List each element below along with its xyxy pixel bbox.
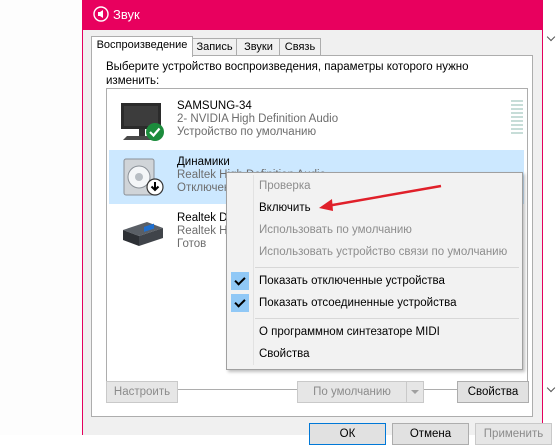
menu-item-label: Показать отключенные устройства: [259, 275, 445, 287]
default-check-icon: [146, 123, 164, 141]
device-name: Динамики: [177, 156, 230, 168]
menu-item-test[interactable]: Проверка: [227, 175, 522, 197]
volume-meter: [511, 100, 523, 138]
menu-item-label: Использовать по умолчанию: [259, 224, 412, 236]
menu-item-label: Использовать устройство связи по умолчан…: [259, 246, 508, 258]
set-default-label: По умолчанию: [313, 386, 391, 398]
menu-item-properties[interactable]: Свойства: [227, 343, 522, 365]
monitor-icon: [121, 103, 164, 141]
tab-recording[interactable]: Запись: [191, 38, 238, 56]
tab-sounds[interactable]: Звуки: [236, 38, 281, 56]
tab-playback[interactable]: Воспроизведение: [91, 36, 193, 57]
background-window-left: [0, 0, 82, 435]
menu-item-set-default[interactable]: Использовать по умолчанию: [227, 219, 522, 241]
configure-button[interactable]: Настроить: [106, 381, 178, 403]
window-title: Звук: [113, 7, 140, 22]
title-bar[interactable]: Звук: [83, 0, 542, 30]
menu-item-midi-about[interactable]: О программном синтезаторе MIDI: [227, 321, 522, 343]
tab-communications[interactable]: Связь: [279, 38, 321, 56]
properties-button[interactable]: Свойства: [457, 381, 529, 403]
menu-item-label: Проверка: [259, 180, 311, 192]
menu-item-set-default-comm[interactable]: Использовать устройство связи по умолчан…: [227, 241, 522, 263]
device-status: Готов: [177, 238, 207, 250]
checkmark-icon: [231, 272, 249, 290]
menu-item-label: О программном синтезаторе MIDI: [259, 326, 440, 338]
apply-button[interactable]: Применить: [475, 423, 552, 445]
device-status: Устройство по умолчанию: [177, 126, 317, 138]
background-window-right: [541, 0, 557, 435]
device-driver: Realtek Hi: [177, 225, 231, 237]
device-item-samsung[interactable]: SAMSUNG-34 2- NVIDIA High Definition Aud…: [109, 94, 524, 148]
set-default-button[interactable]: По умолчанию: [297, 381, 424, 403]
speaker-icon: [123, 158, 164, 196]
ok-button[interactable]: ОК: [309, 423, 386, 445]
device-name: SAMSUNG-34: [177, 100, 252, 112]
digital-output-icon: [123, 222, 163, 246]
menu-item-enable[interactable]: Включить: [227, 197, 522, 219]
menu-separator: [255, 267, 519, 268]
checkmark-icon: [231, 294, 249, 312]
set-default-dropdown-icon[interactable]: [406, 382, 423, 402]
menu-separator: [255, 318, 519, 319]
cancel-button[interactable]: Отмена: [392, 423, 469, 445]
context-menu: Проверка Включить Использовать по умолча…: [226, 172, 523, 370]
menu-item-label: Показать отсоединенные устройства: [259, 297, 457, 309]
menu-item-label: Включить: [259, 202, 311, 214]
description-text: Выберите устройство воспроизведения, пар…: [106, 61, 469, 87]
menu-item-show-disabled[interactable]: Показать отключенные устройства: [227, 270, 522, 292]
device-driver: 2- NVIDIA High Definition Audio: [177, 113, 339, 125]
menu-item-show-disconnected[interactable]: Показать отсоединенные устройства: [227, 292, 522, 314]
menu-item-label: Свойства: [259, 348, 310, 360]
sound-app-icon: [93, 6, 109, 22]
device-name: Realtek Di: [177, 212, 231, 224]
